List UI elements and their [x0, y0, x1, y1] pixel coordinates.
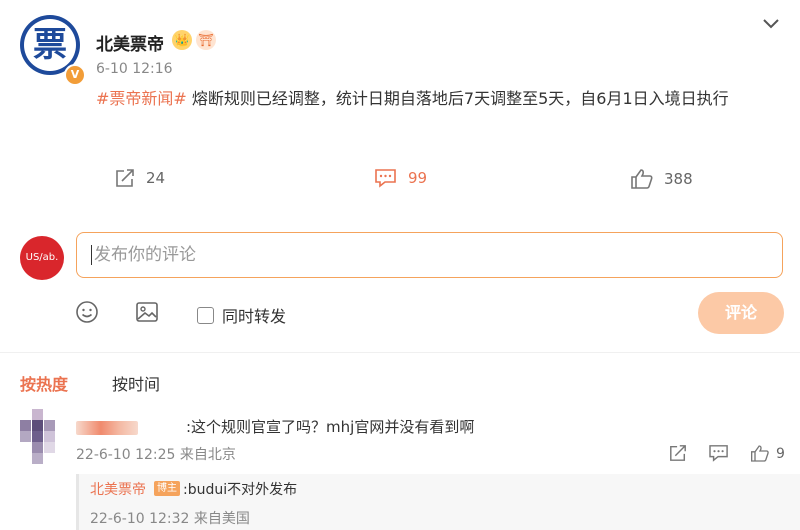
like-button[interactable]: 388 — [630, 168, 693, 190]
comment-count: 99 — [408, 169, 428, 187]
comment-like-button[interactable]: 9 — [750, 444, 785, 463]
comment-placeholder: 发布你的评论 — [94, 245, 196, 265]
thumbs-up-icon — [631, 169, 653, 189]
crown-badge-icon: 👑 — [172, 30, 192, 50]
comment-reply-button[interactable] — [708, 444, 730, 462]
repost-label: 同时转发 — [222, 307, 287, 326]
chevron-down-icon[interactable] — [762, 14, 780, 35]
commenter-name-redacted — [76, 421, 138, 435]
comment-share-button[interactable] — [668, 444, 688, 462]
post-body: 熔断规则已经调整，统计日期自落地后7天调整至5天，自6月1日入境日执行 — [186, 89, 729, 108]
post-text: #票帝新闻# 熔断规则已经调整，统计日期自落地后7天调整至5天，自6月1日入境日… — [96, 85, 786, 112]
submit-comment-button[interactable]: 评论 — [698, 292, 784, 334]
checkbox-box[interactable] — [197, 306, 214, 324]
reply-meta: 22-6-10 12:32 来自美国 — [90, 511, 250, 527]
emoji-icon[interactable] — [75, 300, 99, 328]
comment-icon — [375, 169, 396, 188]
comment-like-count: 9 — [776, 445, 785, 462]
current-user-avatar[interactable]: US/ab. — [20, 236, 64, 280]
divider — [0, 352, 800, 353]
comment-input[interactable]: 发布你的评论 — [76, 232, 783, 278]
share-icon — [116, 169, 134, 187]
comment-meta: 22-6-10 12:25 来自北京 — [76, 447, 236, 463]
share-button[interactable]: 24 — [114, 168, 165, 188]
tab-sort-time[interactable]: 按时间 — [112, 371, 160, 395]
comment-text: :这个规则官宣了吗？mhj官网并没有看到啊 — [186, 418, 475, 436]
share-count: 24 — [146, 169, 166, 187]
text-caret — [91, 245, 92, 265]
comment-icon — [709, 445, 728, 462]
reply-text: :budui不对外发布 — [183, 482, 298, 498]
image-icon[interactable] — [135, 300, 159, 328]
gate-badge-icon: ⛩ — [196, 30, 216, 50]
like-count: 388 — [664, 170, 693, 188]
verified-badge-icon: V — [64, 64, 86, 86]
comment-button[interactable]: 99 — [374, 168, 427, 188]
thumbs-up-icon — [751, 445, 769, 462]
share-icon — [670, 445, 686, 461]
commenter-avatar[interactable] — [20, 409, 64, 464]
post-time[interactable]: 6-10 12:16 — [96, 61, 173, 77]
topic-link[interactable]: #票帝新闻# — [96, 89, 187, 108]
tab-sort-hot[interactable]: 按热度 — [20, 371, 68, 395]
author-tag-badge: 博主 — [154, 481, 180, 496]
reply-author[interactable]: 北美票帝 — [90, 479, 146, 499]
repost-checkbox[interactable]: 同时转发 — [197, 303, 286, 327]
author-name[interactable]: 北美票帝 — [96, 30, 164, 55]
